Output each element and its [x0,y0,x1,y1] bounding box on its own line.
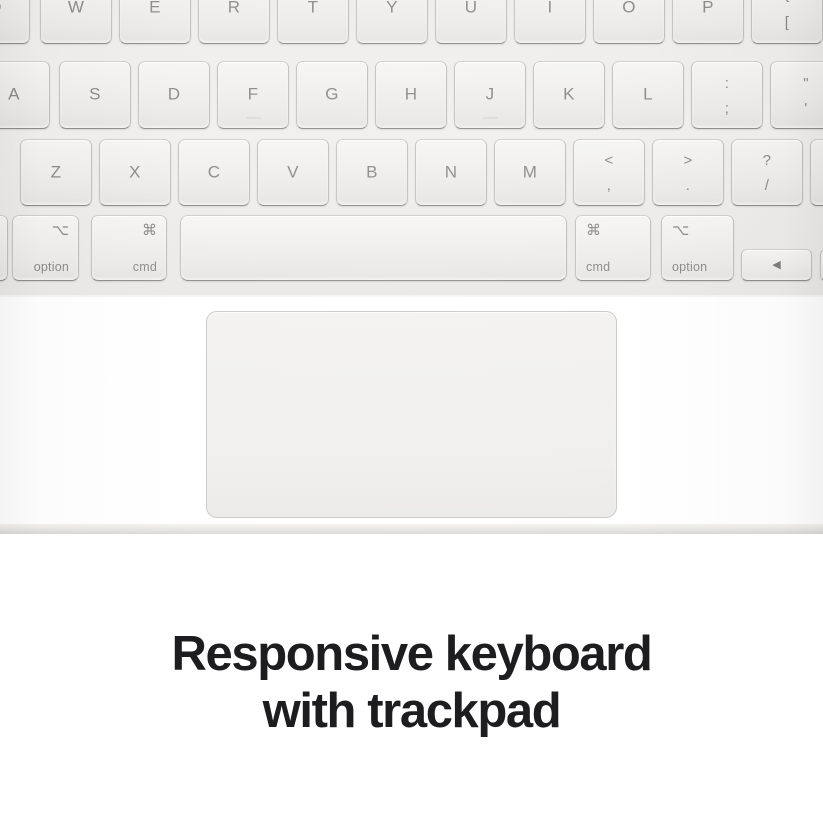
key-c-label: C [207,162,221,182]
home-row-nub-j [482,117,498,119]
key-a-label: A [8,84,20,104]
key-c[interactable]: C [178,139,250,206]
trackpad[interactable] [206,311,617,518]
key-f-label: F [247,84,259,104]
key-v[interactable]: V [257,139,329,206]
key-s-label: S [89,84,101,104]
key-q-label: Q [0,0,29,18]
key-u-label: U [464,0,478,17]
key-r-label: R [227,0,241,17]
command-symbol-icon: ⌘ [142,222,157,239]
key-quote-upper-label: " [803,74,809,92]
key-u[interactable]: U [435,0,507,44]
key-y[interactable]: Y [356,0,428,44]
key-s[interactable]: S [59,61,131,129]
key-option-left[interactable]: ⌥ option [12,215,79,281]
key-x[interactable]: X [99,139,171,206]
key-b-label: B [366,162,378,182]
key-w[interactable]: W [40,0,112,44]
key-h[interactable]: H [375,61,447,129]
deck-seam [0,295,823,297]
caption-line-2: with trackpad [262,684,562,738]
key-v-label: V [287,162,299,182]
key-g[interactable]: G [296,61,368,129]
key-option-right-label: option [672,259,708,274]
key-d[interactable]: D [138,61,210,129]
key-command-right-label: cmd [586,259,611,274]
key-comma-upper-label: < [604,152,614,170]
key-d-label: D [167,84,181,104]
key-o[interactable]: O [593,0,665,44]
key-space[interactable] [180,215,567,281]
option-symbol-icon: ⌥ [51,222,69,239]
key-l-label: L [643,84,653,104]
caption-area: Responsive keyboard with trackpad [0,534,823,823]
key-h-label: H [404,84,418,104]
key-i-label: I [547,0,553,17]
key-o-label: O [622,0,636,17]
key-w-label: W [67,0,85,17]
command-symbol-icon-right: ⌘ [586,222,601,239]
key-command-right[interactable]: ⌘ cmd [575,215,651,281]
key-q[interactable]: Q [0,0,30,44]
key-option-right[interactable]: ⌥ option [661,215,734,281]
key-comma[interactable]: < , [573,139,645,206]
key-j-label: J [485,84,495,104]
key-slash-lower-label: / [764,176,770,194]
key-row3-right-partial[interactable] [810,139,823,206]
key-semicolon-upper-label: : [724,74,730,92]
key-t-label: T [307,0,319,17]
key-period-lower-label: . [685,176,691,194]
key-k[interactable]: K [533,61,605,129]
key-f[interactable]: F [217,61,289,129]
key-l[interactable]: L [612,61,684,129]
key-j[interactable]: J [454,61,526,129]
arrow-left-icon: ◀ [772,259,781,272]
key-bracket-left-upper-label: { [752,0,822,3]
key-a[interactable]: A [0,61,50,129]
home-row-nub-f [245,117,261,119]
key-z-label: Z [50,162,62,182]
key-arrow-left[interactable]: ◀ [741,249,812,281]
key-t[interactable]: T [277,0,349,44]
key-g-label: G [325,84,339,104]
key-k-label: K [563,84,575,104]
case-front-edge [0,524,823,534]
key-bracket-left[interactable]: { [ [751,0,823,44]
key-e-label: E [149,0,161,17]
key-e[interactable]: E [119,0,191,44]
caption-text: Responsive keyboard with trackpad [62,626,762,740]
key-m-label: M [522,162,538,182]
key-x-label: X [129,162,141,182]
caption-line-1: Responsive keyboard [171,627,653,681]
key-bracket-left-lower-label: [ [784,14,790,32]
key-quote-lower-label: ' [804,99,808,117]
key-p-label: P [702,0,714,17]
key-n[interactable]: N [415,139,487,206]
key-command-left-label: cmd [132,259,157,274]
key-r[interactable]: R [198,0,270,44]
key-n-label: N [444,162,458,182]
key-comma-lower-label: , [606,176,612,194]
key-slash[interactable]: ? / [731,139,803,206]
key-i[interactable]: I [514,0,586,44]
key-slash-upper-label: ? [762,152,772,170]
key-y-label: Y [386,0,398,17]
key-option-left-label: option [33,259,69,274]
key-p[interactable]: P [672,0,744,44]
key-command-left[interactable]: ⌘ cmd [91,215,167,281]
key-z[interactable]: Z [20,139,92,206]
key-period[interactable]: > . [652,139,724,206]
key-row4-left-partial[interactable] [0,215,8,281]
option-symbol-icon-right: ⌥ [672,222,690,239]
product-feature-image: Q W E R T Y U I O P { [ [0,0,823,823]
key-period-upper-label: > [683,152,693,170]
keyboard-photo: Q W E R T Y U I O P { [ [0,0,823,534]
key-semicolon-lower-label: ; [724,99,730,117]
key-quote[interactable]: " ' [770,61,823,129]
key-m[interactable]: M [494,139,566,206]
key-semicolon[interactable]: : ; [691,61,763,129]
key-b[interactable]: B [336,139,408,206]
